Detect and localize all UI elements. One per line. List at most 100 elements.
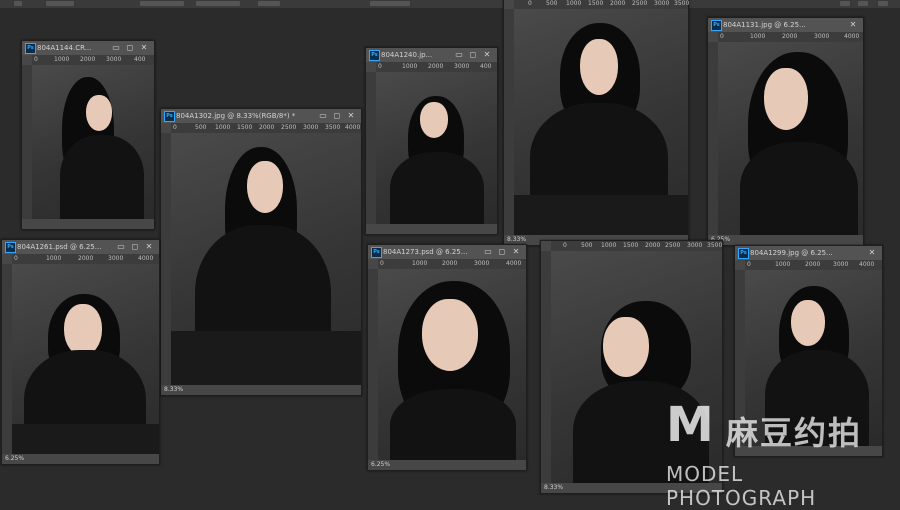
photoshop-document-icon: Ps (25, 43, 36, 54)
ruler-tick: 1500 (588, 0, 604, 7)
ruler-tick: 3000 (654, 0, 670, 7)
photoshop-document-icon: Ps (5, 242, 16, 253)
zoom-status: 6.25% (5, 455, 25, 462)
portrait-photo (376, 72, 497, 224)
image-canvas[interactable] (378, 269, 526, 460)
ruler-tick: 2000 (782, 33, 798, 40)
ruler-tick: 3500 (674, 0, 690, 7)
portrait-photo (718, 42, 863, 235)
ruler-tick: 2000 (428, 63, 444, 70)
document-window[interactable]: Ps 804A1144.CR... ▭ ◻ ✕ 0 1000 2000 3000 4… (21, 40, 155, 230)
photoshop-document-icon: Ps (711, 20, 722, 31)
close-icon[interactable]: ✕ (344, 109, 358, 123)
ruler-tick: 2000 (610, 0, 626, 7)
photoshop-document-icon: Ps (371, 247, 382, 258)
portrait-photo (12, 264, 159, 454)
ruler-tick: 2000 (805, 261, 821, 268)
ruler-tick: 500 (581, 242, 593, 249)
document-window[interactable]: 0 500 1000 1500 2000 2500 3000 3500 8.33… (503, 0, 689, 246)
ruler-tick: 1000 (750, 33, 766, 40)
ruler-tick: 1000 (775, 261, 791, 268)
image-canvas[interactable] (514, 9, 688, 235)
ruler-tick: 2500 (665, 242, 681, 249)
watermark-english: MODEL PHOTOGRAPH (666, 462, 817, 510)
ruler-tick: 3000 (474, 260, 490, 267)
title-bar[interactable]: Ps 804A1302.jpg @ 8.33%(RGB/8*) * ▭ ◻ ✕ (161, 109, 361, 123)
ruler-tick: 4000 (844, 33, 860, 40)
restore-icon[interactable]: ◻ (128, 240, 142, 254)
minimize-icon[interactable]: ▭ (316, 109, 330, 123)
title-bar[interactable]: Ps 804A1240.jp... ▭ ◻ ✕ (366, 48, 497, 62)
title-bar[interactable]: Ps 804A1131.jpg @ 6.25... ✕ (708, 18, 863, 32)
ruler-tick: 3000 (687, 242, 703, 249)
minimize-icon[interactable]: ▭ (481, 245, 495, 259)
ruler-tick: 0 (563, 242, 567, 249)
ruler-tick: 0 (173, 124, 177, 131)
ruler-tick: 2500 (281, 124, 297, 131)
ruler-tick: 0 (14, 255, 18, 262)
document-title: 804A1261.psd @ 6.25... (17, 243, 102, 251)
close-icon[interactable]: ✕ (480, 48, 494, 62)
restore-icon[interactable]: ◻ (466, 48, 480, 62)
minimize-icon[interactable]: ▭ (114, 240, 128, 254)
document-title: 804A1240.jp... (381, 51, 433, 59)
ruler-tick: 2500 (632, 0, 648, 7)
image-canvas[interactable] (718, 42, 863, 235)
ruler-tick: 3000 (814, 33, 830, 40)
zoom-status: 6.25% (371, 461, 391, 468)
ruler-tick: 0 (380, 260, 384, 267)
title-bar[interactable]: Ps 804A1144.CR... ▭ ◻ ✕ (22, 41, 154, 55)
close-icon[interactable]: ✕ (137, 41, 151, 55)
ruler-tick: 0 (747, 261, 751, 268)
watermark-logo: M (666, 397, 714, 453)
ruler-tick: 0 (528, 0, 532, 7)
portrait-photo (514, 9, 688, 235)
document-title: 804A1273.psd @ 6.25... (383, 248, 468, 256)
ruler-tick: 2000 (442, 260, 458, 267)
photoshop-document-icon: Ps (164, 111, 175, 122)
image-canvas[interactable] (171, 133, 361, 385)
document-window[interactable]: Ps 804A1131.jpg @ 6.25... ✕ 0 1000 2000 … (707, 17, 864, 246)
ruler-tick: 3500 (707, 242, 723, 249)
document-title: 804A1302.jpg @ 8.33%(RGB/8*) * (176, 112, 296, 120)
minimize-icon[interactable]: ▭ (452, 48, 466, 62)
ruler-tick: 2000 (80, 56, 96, 63)
image-canvas[interactable] (12, 264, 159, 454)
image-canvas[interactable] (32, 65, 154, 219)
restore-icon[interactable]: ◻ (495, 245, 509, 259)
document-window[interactable]: Ps 804A1302.jpg @ 8.33%(RGB/8*) * ▭ ◻ ✕ 0 … (160, 108, 362, 396)
zoom-status: 8.33% (164, 386, 184, 393)
restore-icon[interactable]: ◻ (330, 109, 344, 123)
ruler-tick: 3000 (833, 261, 849, 268)
ruler-tick: 2000 (259, 124, 275, 131)
title-bar[interactable]: Ps 804A1299.jpg @ 6.25... ✕ (735, 246, 882, 260)
document-window[interactable]: Ps 804A1240.jp... ▭ ◻ ✕ 0 1000 2000 3000 4… (365, 47, 498, 235)
ruler-tick: 4000 (345, 124, 361, 131)
document-window[interactable]: Ps 804A1261.psd @ 6.25... ▭ ◻ ✕ 0 1000 200… (1, 239, 160, 465)
minimize-icon[interactable]: ▭ (109, 41, 123, 55)
ruler-tick: 400 (134, 56, 146, 63)
title-bar[interactable]: Ps 804A1261.psd @ 6.25... ▭ ◻ ✕ (2, 240, 159, 254)
close-icon[interactable]: ✕ (846, 18, 860, 32)
ruler-tick: 4000 (506, 260, 522, 267)
close-icon[interactable]: ✕ (865, 246, 879, 260)
title-bar[interactable]: Ps 804A1273.psd @ 6.25... ▭ ◻ ✕ (368, 245, 526, 259)
restore-icon[interactable]: ◻ (123, 41, 137, 55)
close-icon[interactable]: ✕ (142, 240, 156, 254)
ruler-tick: 2000 (645, 242, 661, 249)
ruler-tick: 400 (480, 63, 492, 70)
watermark-chinese: 麻豆约拍 (726, 414, 863, 452)
ruler-tick: 500 (195, 124, 207, 131)
close-icon[interactable]: ✕ (509, 245, 523, 259)
ruler-tick: 2000 (78, 255, 94, 262)
image-canvas[interactable] (376, 72, 497, 224)
document-title: 804A1299.jpg @ 6.25... (750, 249, 833, 257)
portrait-photo (171, 133, 361, 385)
ruler-tick: 1000 (566, 0, 582, 7)
ruler-tick: 1000 (402, 63, 418, 70)
document-window[interactable]: Ps 804A1273.psd @ 6.25... ▭ ◻ ✕ 0 1000 200… (367, 244, 527, 471)
ruler-tick: 3000 (454, 63, 470, 70)
ruler-tick: 1000 (412, 260, 428, 267)
ruler-tick: 1500 (237, 124, 253, 131)
document-window[interactable]: 0 500 1000 1500 2000 2500 3000 3500 8.33… (540, 240, 723, 494)
